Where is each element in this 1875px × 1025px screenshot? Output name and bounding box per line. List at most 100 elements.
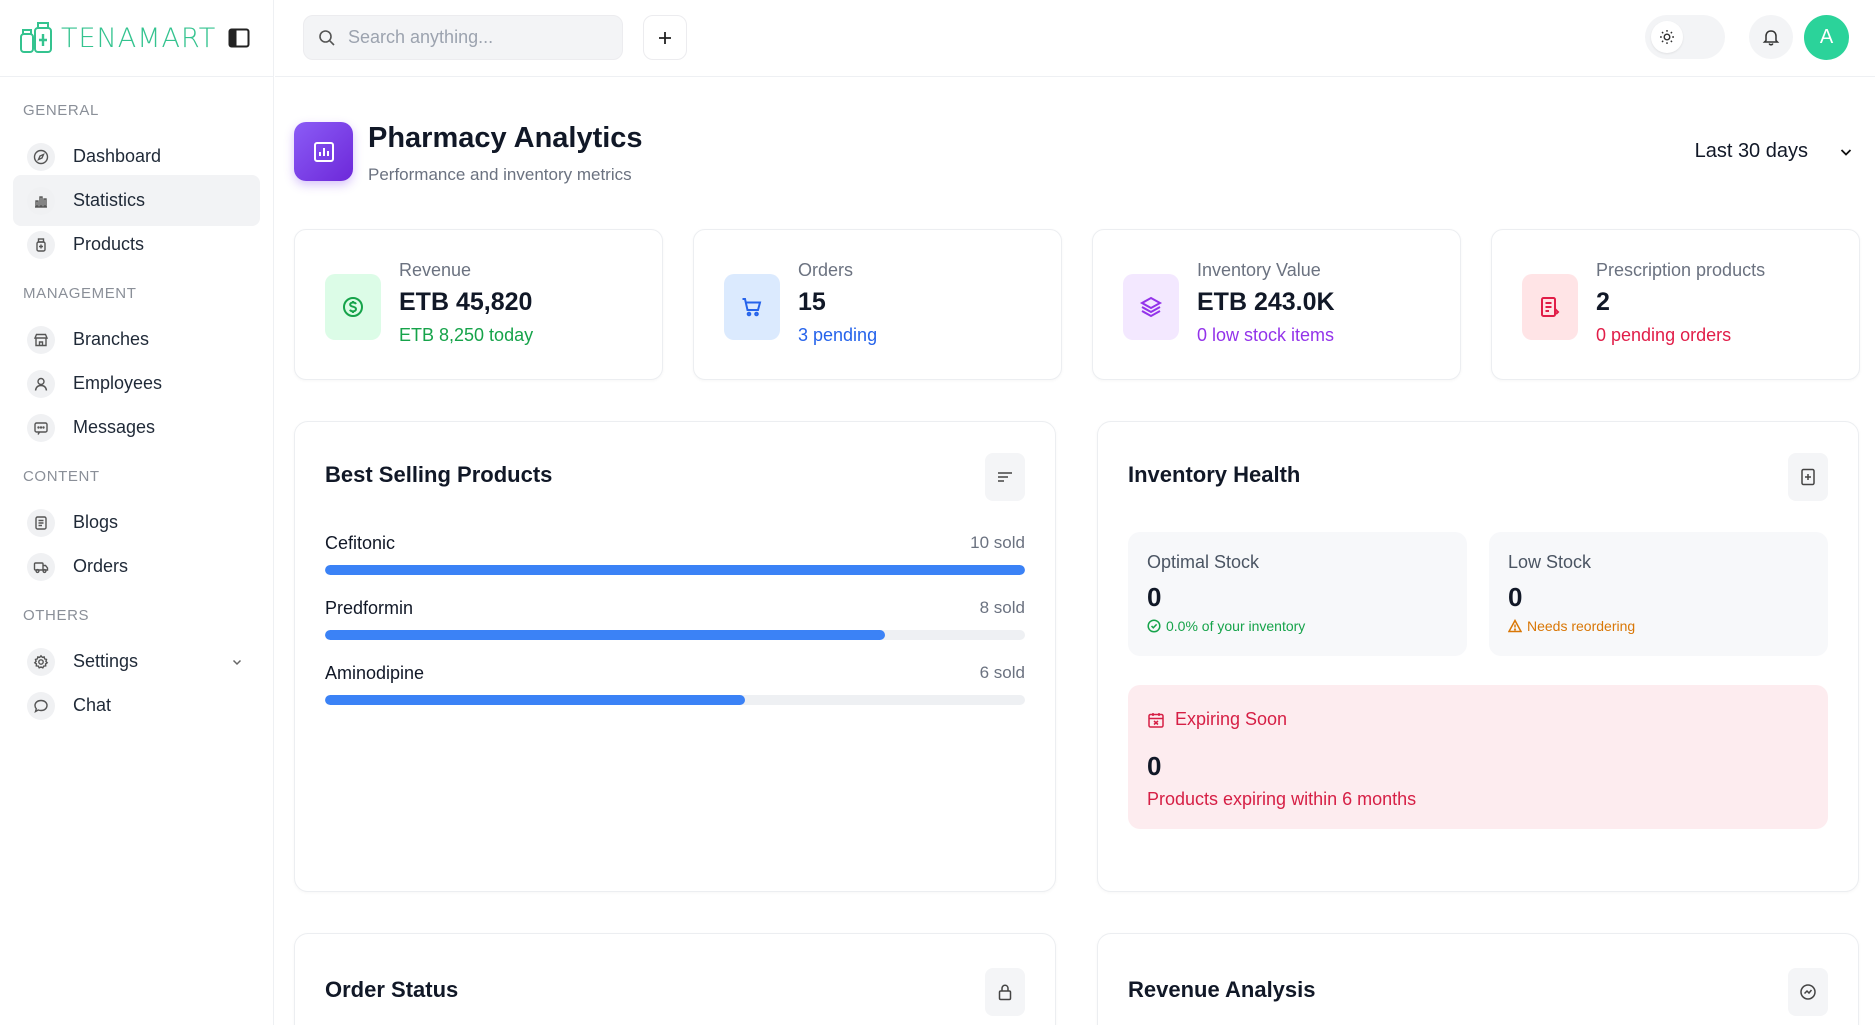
stat-value: 2: [1596, 288, 1610, 316]
panel-title: Best Selling Products: [325, 462, 553, 487]
logo-row: TENAMART: [0, 0, 273, 77]
stat-label: Revenue: [399, 260, 472, 280]
sort-button[interactable]: [985, 453, 1025, 501]
revenue-analysis-panel: Revenue Analysis: [1097, 933, 1859, 1025]
product-sold: 8 sold: [979, 598, 1025, 617]
sidebar-item-chat[interactable]: Chat: [13, 680, 260, 731]
search-icon: [319, 29, 335, 46]
check-circle-icon: [1147, 619, 1161, 633]
inventory-report-button[interactable]: [1788, 453, 1828, 501]
search-box[interactable]: [303, 15, 623, 60]
inv-label: Low Stock: [1508, 552, 1592, 572]
top-bar: A: [275, 0, 1875, 77]
notifications-button[interactable]: [1749, 15, 1793, 59]
prescription-icon: [1522, 274, 1578, 340]
date-range-select[interactable]: Last 30 days: [1695, 140, 1854, 163]
sidebar-item-label: Settings: [73, 651, 139, 671]
plus-icon: [659, 31, 671, 44]
sidebar-item-label: Statistics: [73, 190, 146, 210]
product-sold: 6 sold: [979, 663, 1025, 682]
section-label-general: GENERAL: [23, 101, 99, 119]
inv-note: Needs reordering: [1508, 618, 1635, 634]
sun-icon: [1651, 21, 1683, 53]
sidebar-item-label: Dashboard: [73, 146, 162, 166]
progress-track: [325, 565, 1025, 575]
layers-icon: [1123, 274, 1179, 340]
calendar-x-icon: [1148, 712, 1164, 728]
stat-subtext: 3 pending: [798, 325, 878, 345]
progress-fill: [325, 565, 1025, 575]
section-label-content: CONTENT: [23, 467, 100, 485]
expiring-title-text: Expiring Soon: [1175, 709, 1288, 729]
sidebar: TENAMART GENERAL Dashboard Statistics Pr…: [0, 0, 274, 1025]
stat-subtext: ETB 8,250 today: [399, 325, 534, 345]
best-selling-panel: Best Selling Products Cefitonic 10 sold Pr…: [294, 421, 1056, 892]
user-icon: [27, 369, 55, 398]
stat-label: Orders: [798, 260, 854, 280]
logo-icon: [17, 19, 55, 57]
chevron-down-icon: [1840, 148, 1852, 156]
add-button[interactable]: [643, 15, 687, 60]
stat-subtext: 0 pending orders: [1596, 325, 1732, 345]
inv-value: 0: [1147, 582, 1162, 612]
stat-value: ETB 243.0K: [1197, 288, 1335, 316]
panel-title: Order Status: [325, 977, 459, 1002]
progress-track: [325, 630, 1025, 640]
page-header: Pharmacy Analytics Performance and inven…: [294, 122, 1854, 186]
progress-fill: [325, 630, 885, 640]
product-name: Predformin: [325, 598, 414, 618]
sidebar-item-products[interactable]: Products: [13, 219, 260, 270]
analytics-icon: [294, 122, 353, 181]
message-icon: [27, 413, 55, 442]
dollar-icon: [325, 274, 381, 340]
sidebar-item-label: Branches: [73, 329, 150, 349]
panel-title: Inventory Health: [1128, 462, 1301, 487]
gauge-icon: [1800, 984, 1816, 1000]
revenue-analysis-button[interactable]: [1788, 968, 1828, 1016]
cart-icon: [724, 274, 780, 340]
expiring-soon-card: Expiring Soon 0 Products expiring within…: [1128, 685, 1828, 829]
product-sold: 10 sold: [970, 533, 1025, 552]
inv-note-text: Needs reordering: [1527, 618, 1636, 634]
stat-value: ETB 45,820: [399, 288, 533, 316]
sidebar-item-messages[interactable]: Messages: [13, 402, 260, 453]
inv-note-text: 0.0% of your inventory: [1166, 618, 1306, 634]
section-label-management: MANAGEMENT: [23, 284, 137, 302]
theme-toggle[interactable]: [1645, 15, 1725, 59]
sidebar-toggle-button[interactable]: [227, 26, 251, 50]
product-name: Cefitonic: [325, 533, 396, 553]
document-icon: [27, 508, 55, 537]
order-status-button[interactable]: [985, 968, 1025, 1016]
page-subtitle: Performance and inventory metrics: [368, 165, 632, 184]
bell-icon: [1762, 30, 1780, 46]
chat-bubble-icon: [27, 691, 55, 720]
expiring-title: Expiring Soon: [1147, 709, 1287, 730]
product-name: Aminodipine: [325, 663, 425, 683]
expiring-value: 0: [1147, 751, 1162, 781]
sidebar-item-label: Orders: [73, 556, 129, 576]
expiring-subtext: Products expiring within 6 months: [1147, 789, 1417, 809]
progress-fill: [325, 695, 745, 705]
truck-icon: [27, 552, 55, 581]
search-input[interactable]: [348, 27, 598, 48]
optimal-stock-card: Optimal Stock 0 0.0% of your inventory: [1128, 532, 1467, 656]
compass-icon: [27, 142, 55, 171]
stat-card-orders: Orders 15 3 pending: [693, 229, 1062, 380]
logo-text: TENAMART: [61, 22, 217, 54]
date-range-value: Last 30 days: [1694, 140, 1808, 162]
store-icon: [27, 325, 55, 354]
order-status-panel: Order Status: [294, 933, 1056, 1025]
inv-label: Optimal Stock: [1147, 552, 1260, 572]
sidebar-toggle-icon: [228, 28, 250, 48]
lock-icon: [998, 984, 1012, 1001]
inventory-health-panel: Inventory Health Optimal Stock 0 0.0% of…: [1097, 421, 1859, 892]
page-title: Pharmacy Analytics: [368, 122, 643, 154]
warning-icon: [1508, 619, 1522, 633]
sidebar-item-orders[interactable]: Orders: [13, 541, 260, 592]
avatar[interactable]: A: [1804, 15, 1849, 60]
inv-note: 0.0% of your inventory: [1147, 618, 1305, 634]
bottle-icon: [27, 230, 55, 259]
stat-label: Prescription products: [1596, 260, 1766, 280]
chevron-down-icon: [230, 655, 244, 669]
sidebar-item-label: Products: [73, 234, 145, 254]
